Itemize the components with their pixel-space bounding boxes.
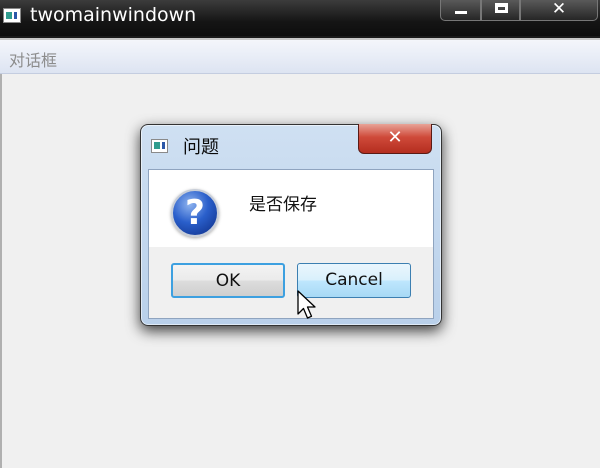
close-icon: ✕ — [387, 127, 403, 147]
minimize-button[interactable] — [440, 0, 481, 21]
close-button[interactable]: ✕ — [520, 0, 598, 21]
ok-button[interactable]: OK — [171, 263, 285, 298]
close-icon: ✕ — [551, 0, 567, 18]
message-panel: ? 是否保存 — [149, 170, 433, 247]
dialog-title: 问题 — [183, 137, 219, 158]
maximize-button[interactable] — [481, 0, 520, 21]
dialog-message: 是否保存 — [249, 195, 317, 215]
minimize-icon — [455, 11, 467, 14]
dialog-app-icon — [151, 139, 168, 153]
menu-item-dialog[interactable]: 对话框 — [9, 47, 57, 71]
question-mark-glyph: ? — [185, 193, 205, 233]
question-icon: ? — [171, 189, 219, 237]
menubar: 对话框 — [0, 38, 600, 74]
window-title: twomainwindown — [30, 4, 197, 26]
mouse-pointer-icon — [297, 290, 316, 319]
maximize-icon — [495, 3, 508, 13]
dialog-close-button[interactable]: ✕ — [358, 124, 432, 154]
question-dialog: 问题 ✕ ? 是否保存 OK Cancel — [140, 124, 442, 326]
dialog-content: ? 是否保存 OK Cancel — [148, 169, 434, 319]
main-titlebar[interactable]: twomainwindown ✕ — [0, 0, 600, 36]
app-icon[interactable] — [3, 8, 21, 23]
